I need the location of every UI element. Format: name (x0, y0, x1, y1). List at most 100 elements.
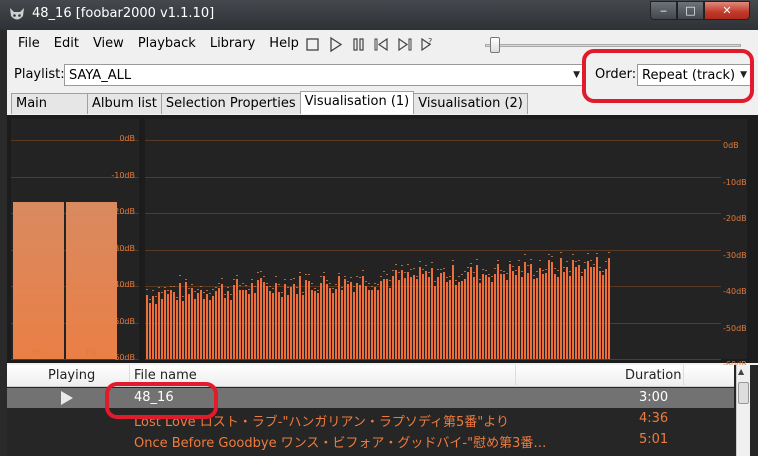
next-icon[interactable] (396, 36, 413, 53)
spectrum-bar (386, 278, 388, 359)
spectrum-peak (413, 267, 415, 269)
spectrum-bar (596, 257, 598, 359)
column-duration[interactable]: Duration (625, 368, 681, 383)
spectrum-bar (182, 301, 184, 359)
spectrum-bar (149, 303, 151, 359)
spectrum-peak (245, 284, 247, 286)
transport-controls: ? (304, 36, 436, 53)
spectrum-bar (353, 292, 355, 359)
vu-channel-label: FL (33, 348, 43, 357)
spectrum-bar (290, 286, 292, 359)
previous-icon[interactable] (373, 36, 390, 53)
spectrum-peak (428, 271, 430, 273)
spectrum-bar (416, 278, 418, 359)
spectrum-peak (563, 267, 565, 269)
spectrum-peak (533, 275, 535, 277)
spectrum-peak (443, 268, 445, 270)
menu-view[interactable]: View (86, 36, 131, 52)
maximize-button[interactable]: □ (677, 1, 704, 20)
spectrum-grid-line (145, 140, 721, 141)
spectrum-bar (170, 289, 172, 359)
tab-main[interactable]: Main (11, 93, 88, 114)
spectrum-bar (260, 278, 262, 359)
spectrum-peak (566, 260, 568, 262)
seek-track[interactable] (485, 44, 741, 47)
minimize-button[interactable]: ‒ (650, 1, 677, 20)
spectrum-bar (584, 269, 586, 359)
column-separator[interactable] (515, 365, 516, 387)
spectrum-peak (407, 264, 409, 266)
spectrum-bar (554, 273, 556, 359)
spectrum-bar (224, 297, 226, 359)
spectrum-peak (341, 286, 343, 288)
spectrum-peak (602, 270, 604, 272)
scroll-up-icon[interactable]: ▲ (738, 367, 744, 376)
spectrum-peak (446, 276, 448, 278)
column-file-name[interactable]: File name (134, 368, 197, 383)
spectrum-bar (551, 262, 553, 359)
vertical-scrollbar[interactable]: ▲ (736, 365, 750, 456)
spectrum-peak (524, 254, 526, 256)
spectrum-bar (176, 300, 178, 359)
tab-album-list[interactable]: Album list (87, 93, 162, 114)
table-row[interactable]: Once Before Goodbye ワンス・ビフォア・グッドバイ-"慰め第3… (7, 430, 734, 451)
spectrum-peak (335, 284, 337, 286)
menu-library[interactable]: Library (203, 36, 262, 52)
seek-thumb[interactable] (489, 37, 500, 53)
spectrum-bar (455, 285, 457, 359)
visualisation-area: 0dB -10dB -20dB -30dB -40dB -50dB -60dB FL FR 0d… (7, 115, 758, 369)
tab-selection-properties[interactable]: Selection Properties (160, 93, 301, 114)
spectrum-bar (563, 271, 565, 359)
menu-edit[interactable]: Edit (47, 36, 86, 52)
spectrum-peak (368, 282, 370, 284)
spectrum-bar (572, 260, 574, 359)
playlist-dropdown[interactable]: SAYA_ALL ▼ (64, 64, 584, 86)
spectrum-bar (329, 288, 331, 359)
spectrum-peak (581, 272, 583, 274)
spectrum-bar (194, 299, 196, 359)
file-highlight-annotation (105, 382, 218, 419)
svg-text:?: ? (428, 37, 432, 46)
spectrum-peak (218, 283, 220, 285)
spectrum-bar (497, 263, 499, 359)
spectrum-peak (572, 253, 574, 255)
spectrum-peak (389, 280, 391, 282)
stop-icon[interactable] (304, 36, 321, 53)
spectrum-bar (536, 277, 538, 359)
tab-visualisation-1[interactable]: Visualisation (1) (299, 91, 415, 114)
spectrum-peak (248, 289, 250, 291)
spectrum-peak (380, 276, 382, 278)
spectrum-peak (425, 264, 427, 266)
spectrum-peak (221, 278, 223, 280)
spectrum-peak (170, 285, 172, 287)
menu-playback[interactable]: Playback (131, 36, 203, 52)
spectrum-peak (464, 271, 466, 273)
column-separator[interactable] (683, 365, 684, 387)
spectrum-bar (434, 286, 436, 359)
close-button[interactable]: ✕ (704, 1, 750, 20)
spectrum-peak (518, 260, 520, 262)
spectrum-peak (551, 255, 553, 257)
spectrum-bar (152, 295, 154, 359)
tab-visualisation-2[interactable]: Visualisation (2) (413, 93, 528, 114)
spectrum-peak (515, 270, 517, 272)
menu-help[interactable]: Help (262, 36, 306, 52)
column-playing[interactable]: Playing (48, 368, 95, 383)
spectrum-db-label: -20dB (723, 214, 747, 223)
file-name-cell: Once Before Goodbye ワンス・ビフォア・グッドバイ-"慰め第3… (134, 436, 547, 451)
spectrum-peak (506, 273, 508, 275)
window-controls: ‒ □ ✕ (650, 1, 750, 21)
spectrum-bar (566, 266, 568, 359)
spectrum-bar (341, 289, 343, 359)
foobar-app-icon[interactable] (8, 6, 26, 24)
pause-icon[interactable] (350, 36, 367, 53)
scroll-thumb[interactable] (738, 382, 749, 404)
spectrum-peak (290, 279, 292, 281)
spectrum-bar (251, 282, 253, 359)
spectrum-bar (443, 271, 445, 359)
spectrum-peak (458, 275, 460, 277)
random-icon[interactable]: ? (419, 36, 436, 53)
play-icon[interactable] (327, 36, 344, 53)
menu-file[interactable]: File (11, 36, 47, 52)
playlist-value: SAYA_ALL (69, 68, 132, 83)
